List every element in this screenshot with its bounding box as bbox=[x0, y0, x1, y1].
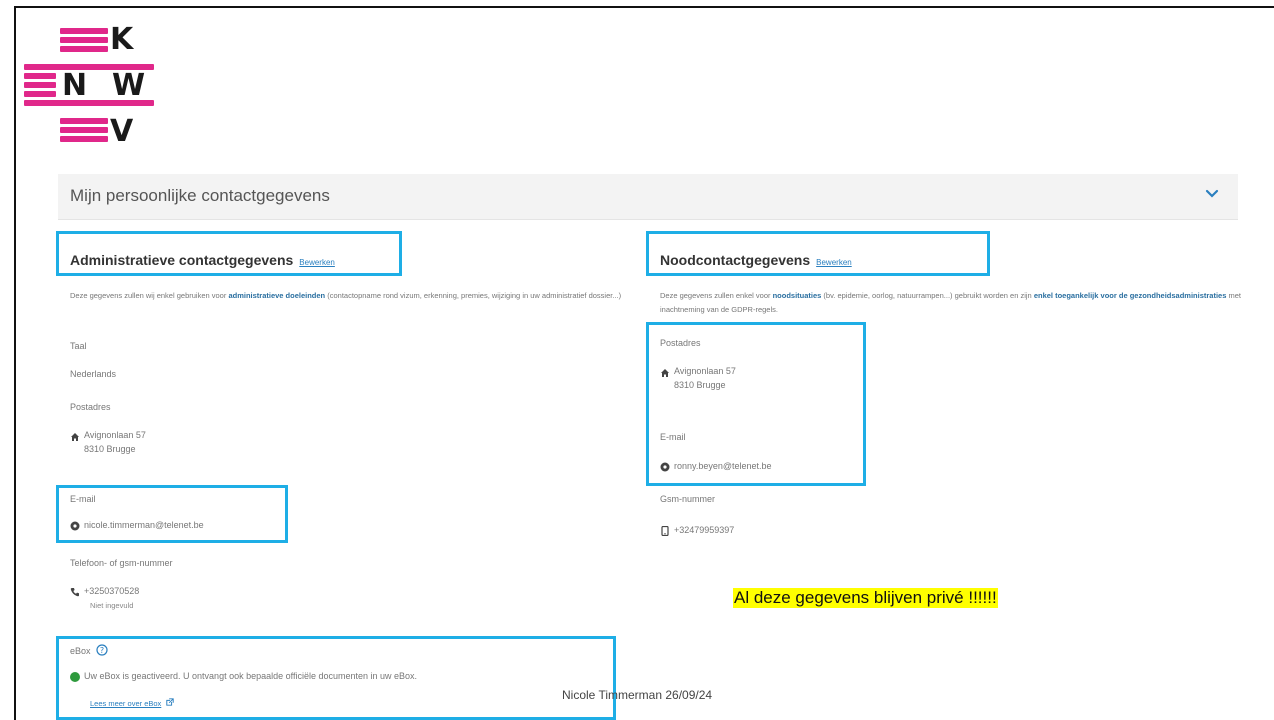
emergency-email-label: E-mail bbox=[660, 432, 686, 442]
emergency-desc-before: Deze gegevens zullen enkel voor bbox=[660, 291, 773, 300]
emergency-desc-bold2[interactable]: enkel toegankelijk voor de gezondheidsad… bbox=[1034, 291, 1227, 300]
phone-icon bbox=[70, 588, 79, 597]
admin-email-label: E-mail bbox=[70, 494, 96, 504]
admin-desc-after: (contactopname rond vizum, erkenning, pr… bbox=[325, 291, 622, 300]
admin-desc-before: Deze gegevens zullen wij enkel gebruiken… bbox=[70, 291, 229, 300]
at-icon bbox=[660, 462, 670, 472]
emergency-title: Noodcontactgegevens Bewerken bbox=[660, 252, 852, 268]
slide-footer: Nicole Timmerman 26/09/24 bbox=[562, 688, 713, 702]
phone-value: +3250370528 bbox=[84, 586, 140, 596]
logo-letter-v: V bbox=[110, 114, 134, 149]
svg-text:?: ? bbox=[100, 646, 104, 655]
mobile-phone-icon bbox=[661, 526, 669, 536]
admin-postadres-label: Postadres bbox=[70, 402, 111, 412]
ebox-status: Uw eBox is geactiveerd. U ontvangt ook b… bbox=[84, 671, 418, 681]
admin-desc-bold[interactable]: administratieve doeleinden bbox=[228, 291, 325, 300]
emergency-desc-mid: (bv. epidemie, oorlog, natuurrampen...) … bbox=[821, 291, 1034, 300]
logo-letter-k: K bbox=[110, 22, 134, 57]
help-icon[interactable]: ? bbox=[96, 644, 108, 656]
emergency-address-line2: 8310 Brugge bbox=[674, 379, 726, 390]
privacy-notice: Al deze gegevens blijven privé !!!!!! bbox=[733, 588, 998, 608]
knwv-logo: K N W V bbox=[22, 24, 162, 154]
home-icon bbox=[71, 433, 79, 441]
admin-edit-link[interactable]: Bewerken bbox=[299, 258, 335, 267]
admin-address-line2: 8310 Brugge bbox=[84, 443, 136, 454]
logo-letter-w: W bbox=[112, 68, 146, 103]
logo-letter-n: N bbox=[62, 68, 88, 103]
emergency-address: Avignonlaan 57 8310 Brugge bbox=[674, 365, 736, 392]
gsm-value: +32479959397 bbox=[674, 525, 735, 535]
emergency-email-value: ronny.beyen@telenet.be bbox=[674, 461, 772, 471]
external-link-icon bbox=[166, 698, 175, 706]
emergency-desc-bold1[interactable]: noodsituaties bbox=[773, 291, 822, 300]
check-circle-icon bbox=[70, 672, 80, 682]
section-title: Mijn persoonlijke contactgegevens bbox=[70, 186, 330, 205]
at-icon bbox=[70, 521, 80, 531]
section-header[interactable]: Mijn persoonlijke contactgegevens bbox=[58, 174, 1238, 220]
phone-label: Telefoon- of gsm-nummer bbox=[70, 558, 173, 568]
emergency-description: Deze gegevens zullen enkel voor noodsitu… bbox=[660, 289, 1250, 318]
ebox-link[interactable]: Lees meer over eBox bbox=[90, 698, 175, 708]
emergency-address-line1: Avignonlaan 57 bbox=[674, 366, 736, 376]
ebox-label: eBox ? bbox=[70, 644, 108, 656]
gsm-label: Gsm-nummer bbox=[660, 494, 716, 504]
emergency-edit-link[interactable]: Bewerken bbox=[816, 258, 852, 267]
slide-frame bbox=[14, 6, 1274, 720]
ebox-label-text: eBox bbox=[70, 646, 91, 656]
chevron-down-icon[interactable] bbox=[1204, 186, 1220, 202]
admin-email-value: nicole.timmerman@telenet.be bbox=[84, 520, 204, 530]
taal-value: Nederlands bbox=[70, 369, 117, 379]
admin-description: Deze gegevens zullen wij enkel gebruiken… bbox=[70, 289, 630, 303]
admin-address-line1: Avignonlaan 57 bbox=[84, 430, 146, 440]
phone-note: Niet ingevuld bbox=[90, 601, 134, 610]
admin-title-text: Administratieve contactgegevens bbox=[70, 252, 294, 268]
emergency-title-text: Noodcontactgegevens bbox=[660, 252, 811, 268]
emergency-postadres-label: Postadres bbox=[660, 338, 701, 348]
taal-label: Taal bbox=[70, 341, 87, 351]
admin-title: Administratieve contactgegevens Bewerken bbox=[70, 252, 335, 268]
admin-address: Avignonlaan 57 8310 Brugge bbox=[84, 429, 146, 456]
ebox-link-text[interactable]: Lees meer over eBox bbox=[90, 699, 161, 708]
home-icon bbox=[661, 369, 669, 377]
